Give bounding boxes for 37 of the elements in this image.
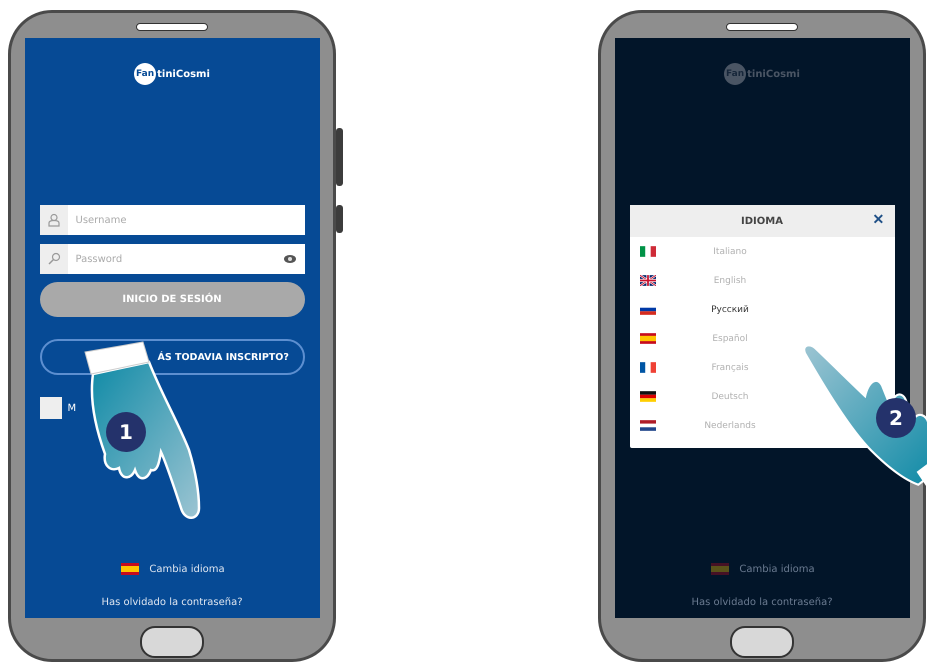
change-language-link[interactable]: Cambia idioma xyxy=(709,563,815,575)
checkbox-label: M xyxy=(68,402,76,414)
language-option[interactable]: Русский xyxy=(630,295,804,324)
dialog-title: IDIOMA xyxy=(741,216,783,226)
language-option[interactable]: English xyxy=(630,266,804,295)
logo-text: tiniCosmi xyxy=(157,68,210,80)
username-field[interactable]: Username xyxy=(68,205,304,235)
language-option[interactable]: Français xyxy=(630,353,804,382)
flag-icon xyxy=(119,563,142,575)
close-button[interactable]: ✕ xyxy=(868,211,888,227)
flag-icon xyxy=(640,391,656,402)
change-language-label: Cambia idioma xyxy=(739,564,815,574)
flag-icon xyxy=(640,275,656,286)
flag-icon xyxy=(640,246,656,257)
logo-mark: Fan xyxy=(134,63,156,85)
checkbox[interactable] xyxy=(40,397,62,419)
forgot-password-link[interactable]: Has olvidado la contraseña? xyxy=(101,597,243,608)
user-icon xyxy=(40,205,68,235)
forgot-password-link[interactable]: Has olvidado la contraseña? xyxy=(691,597,833,608)
flag-icon xyxy=(640,333,656,344)
flag-icon xyxy=(640,420,656,431)
change-language-label: Cambia idioma xyxy=(149,564,225,574)
speaker-slot xyxy=(136,23,208,31)
eye-icon xyxy=(278,244,304,274)
change-language-link[interactable]: Cambia idioma xyxy=(119,563,225,575)
flag-icon xyxy=(640,362,656,373)
logo-text: tiniCosmi xyxy=(747,68,800,80)
speaker-slot xyxy=(726,23,798,31)
home-button[interactable] xyxy=(730,626,794,658)
login-button[interactable]: INICIO DE SESIÓN xyxy=(40,282,304,317)
language-option[interactable]: Nederlands xyxy=(630,411,804,440)
home-button[interactable] xyxy=(140,626,204,658)
language-option[interactable]: Español xyxy=(630,324,804,353)
language-option[interactable]: Italiano xyxy=(630,237,804,266)
language-option[interactable]: Deutsch xyxy=(630,382,804,411)
flag-icon xyxy=(709,563,732,575)
password-field[interactable]: Password xyxy=(68,244,278,274)
